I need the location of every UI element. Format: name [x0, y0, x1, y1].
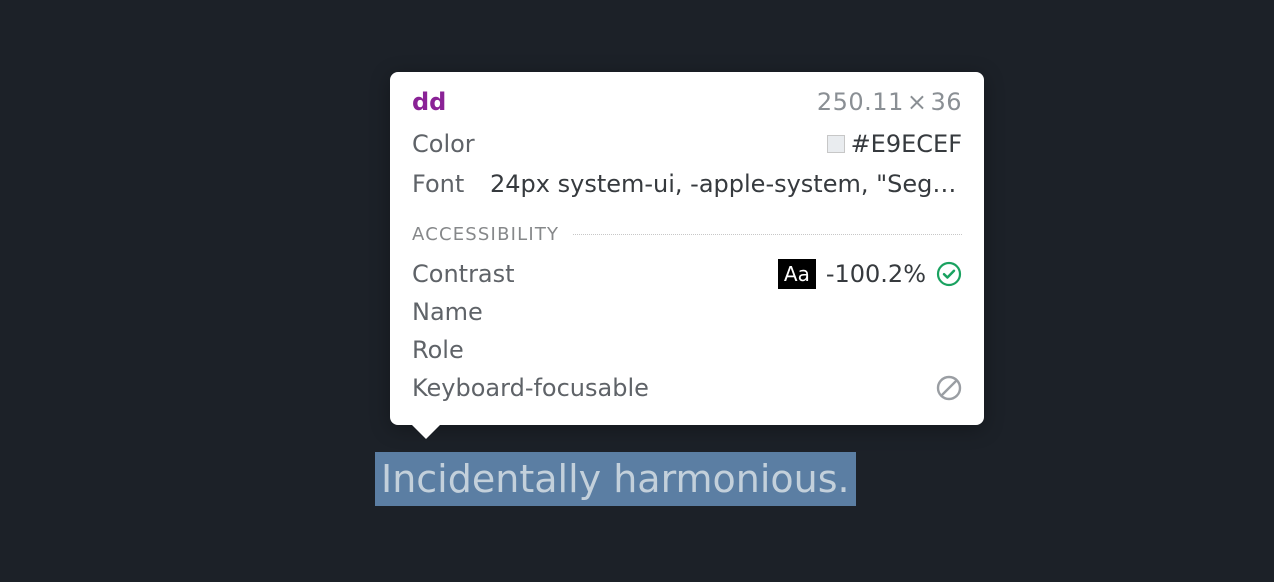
tooltip-header: dd 250.11×36	[412, 88, 962, 116]
keyboard-focusable-label: Keyboard-focusable	[412, 369, 649, 407]
contrast-label: Contrast	[412, 255, 515, 293]
element-dimensions: 250.11×36	[817, 88, 962, 116]
check-circle-icon	[936, 261, 962, 287]
dimension-height: 36	[930, 88, 962, 116]
element-tag-name: dd	[412, 88, 446, 116]
dimension-separator: ×	[907, 88, 928, 116]
contrast-row: Contrast Aa -100.2%	[412, 255, 962, 293]
contrast-percentage: -100.2%	[826, 255, 926, 293]
color-value: #E9ECEF	[827, 126, 962, 162]
section-divider	[573, 234, 962, 235]
role-label: Role	[412, 331, 464, 369]
dimension-width: 250.11	[817, 88, 904, 116]
contrast-sample-badge: Aa	[778, 259, 816, 289]
name-row: Name	[412, 293, 962, 331]
font-label: Font	[412, 166, 490, 202]
accessibility-section-header: Accessibility	[412, 224, 962, 245]
element-inspector-tooltip: dd 250.11×36 Color #E9ECEF Font 24px sys…	[390, 72, 984, 425]
color-swatch-icon	[827, 135, 845, 153]
color-label: Color	[412, 126, 490, 162]
name-label: Name	[412, 293, 483, 331]
font-value: 24px system-ui, -apple-system, "Segoe…	[490, 166, 962, 202]
role-row: Role	[412, 331, 962, 369]
accessibility-title: Accessibility	[412, 224, 559, 245]
contrast-value-group: Aa -100.2%	[778, 255, 962, 293]
color-row: Color #E9ECEF	[412, 126, 962, 162]
font-row: Font 24px system-ui, -apple-system, "Seg…	[412, 166, 962, 202]
inspected-text-highlight: Incidentally harmonious.	[375, 452, 856, 506]
color-hex-value: #E9ECEF	[851, 126, 962, 162]
not-applicable-icon	[936, 375, 962, 401]
keyboard-focusable-row: Keyboard-focusable	[412, 369, 962, 407]
